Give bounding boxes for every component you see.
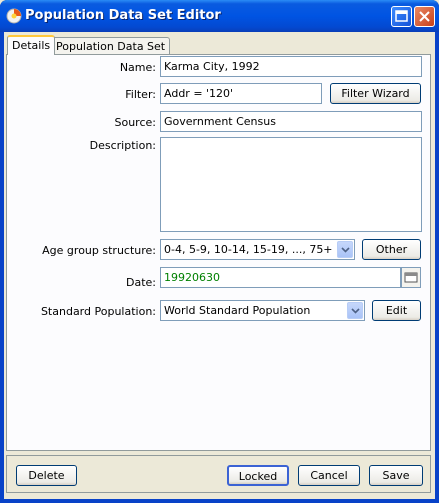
tab-population-data-set[interactable]: Population Data Set: [51, 37, 171, 55]
name-input[interactable]: Karma City, 1992: [160, 56, 422, 77]
age-group-select[interactable]: 0-4, 5-9, 10-14, 15-19, ..., 75+: [160, 239, 355, 260]
chevron-down-icon: [351, 308, 360, 314]
date-picker-button[interactable]: [401, 267, 421, 288]
locked-button[interactable]: Locked: [227, 465, 289, 486]
date-input[interactable]: 19920630: [160, 267, 401, 288]
standard-population-selected: World Standard Population: [164, 304, 311, 317]
calendar-icon: [404, 272, 418, 283]
close-button[interactable]: [414, 6, 435, 27]
maximize-icon: [395, 10, 408, 22]
standard-population-dropdown-button[interactable]: [347, 302, 363, 319]
standard-population-select[interactable]: World Standard Population: [160, 300, 365, 321]
window-title: Population Data Set Editor: [25, 8, 221, 23]
tab-details[interactable]: Details: [7, 35, 56, 55]
save-button[interactable]: Save: [369, 465, 423, 486]
window-frame-bottom: [0, 499, 439, 503]
age-group-label: Age group structure:: [42, 244, 156, 257]
age-group-selected: 0-4, 5-9, 10-14, 15-19, ..., 75+: [164, 243, 333, 256]
filter-input[interactable]: Addr = '120': [160, 83, 322, 104]
other-button[interactable]: Other: [362, 239, 421, 260]
date-label: Date:: [126, 276, 156, 289]
cancel-button[interactable]: Cancel: [298, 465, 360, 486]
title-bar[interactable]: Population Data Set Editor: [0, 0, 439, 32]
window-frame-right: [435, 32, 439, 503]
source-input[interactable]: Government Census: [160, 111, 422, 132]
maximize-button[interactable]: [391, 6, 412, 27]
name-label: Name:: [119, 61, 156, 74]
close-icon: [419, 11, 430, 22]
app-icon: [6, 8, 22, 24]
age-group-dropdown-button[interactable]: [337, 241, 353, 258]
standard-population-label: Standard Population:: [40, 305, 156, 318]
chevron-down-icon: [341, 247, 350, 253]
filter-wizard-button[interactable]: Filter Wizard: [330, 83, 421, 104]
description-label: Description:: [89, 139, 156, 152]
delete-button[interactable]: Delete: [16, 465, 77, 486]
edit-button[interactable]: Edit: [372, 300, 421, 321]
source-label: Source:: [114, 116, 157, 129]
filter-label: Filter:: [125, 88, 156, 101]
description-textarea[interactable]: [160, 137, 422, 232]
